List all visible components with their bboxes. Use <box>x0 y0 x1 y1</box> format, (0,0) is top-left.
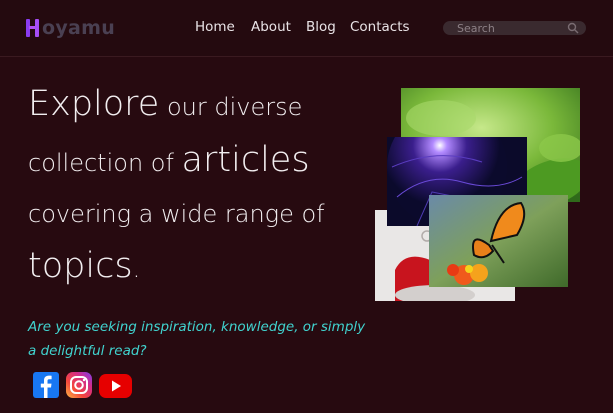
headline-text: collection of <box>28 149 182 177</box>
nav-blog-link[interactable]: Blog <box>306 19 336 35</box>
headline-word-topics: topics <box>28 246 133 286</box>
headline-word-articles: articles <box>181 140 310 180</box>
headline-text: our diverse <box>159 93 303 121</box>
butterfly-photo <box>429 195 568 287</box>
instagram-link[interactable] <box>66 372 92 402</box>
nav-contacts-link[interactable]: Contacts <box>350 19 410 35</box>
facebook-link[interactable] <box>33 372 59 402</box>
headline-line-1: Explore our diverse <box>28 84 302 124</box>
headline-word-explore: Explore <box>28 84 160 124</box>
search-icon[interactable] <box>567 22 579 34</box>
nav-home-link[interactable]: Home <box>195 19 235 35</box>
headline-line-2: collection of articles <box>28 140 310 180</box>
top-navigation: oyamu Home About Blog Contacts <box>0 0 613 57</box>
search-input[interactable] <box>457 21 557 35</box>
facebook-icon <box>33 372 59 398</box>
hero-subtitle: Are you seeking inspiration, knowledge, … <box>28 319 366 359</box>
instagram-icon <box>66 372 92 398</box>
headline-line-3: covering a wide range of <box>28 200 325 228</box>
search-box <box>443 21 586 35</box>
youtube-link[interactable] <box>99 374 132 402</box>
headline-line-4: topics. <box>28 246 140 286</box>
headline-text: covering a wide range of <box>28 200 325 228</box>
nav-about-link[interactable]: About <box>251 19 291 35</box>
headline-text: . <box>132 255 141 283</box>
youtube-icon <box>99 374 132 398</box>
